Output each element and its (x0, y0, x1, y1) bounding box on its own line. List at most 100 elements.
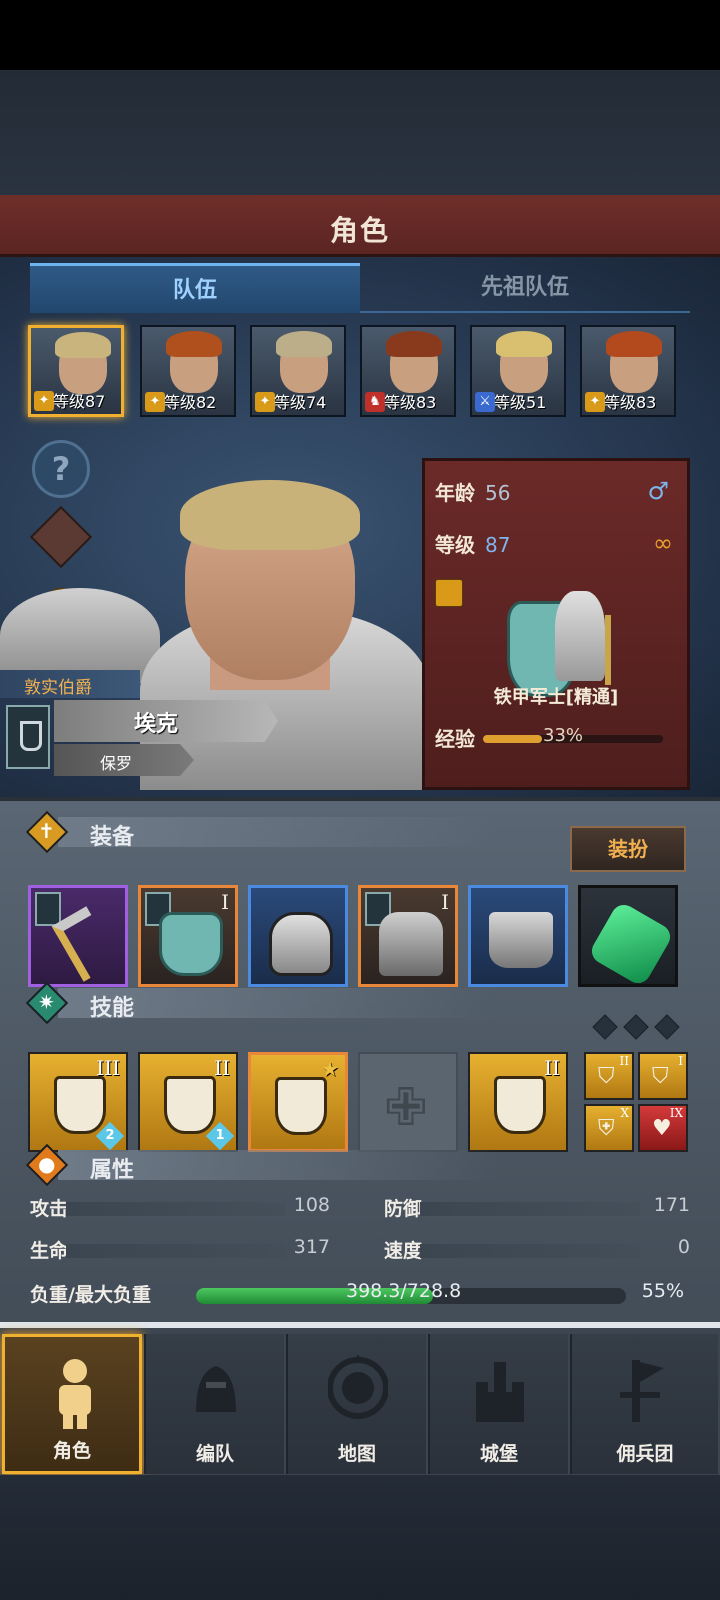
tier-label: I (678, 1054, 683, 1068)
level-row: 等级 87 (435, 529, 510, 558)
skills-header: ✷ 技能 (25, 981, 692, 1025)
equipment-row: I I (28, 885, 692, 991)
dress-button[interactable]: 装扮 (570, 826, 686, 872)
castle-icon (476, 1362, 524, 1422)
nav-label: 角色 (52, 1440, 91, 1462)
page-title: 角色 (329, 214, 390, 247)
figure-icon: ● (38, 1152, 56, 1176)
attack-label: 攻击 (30, 1198, 69, 1220)
roster-slot[interactable]: ⚔ 等级51 (470, 325, 566, 417)
tab-ancestor-team[interactable]: 先祖队伍 (360, 263, 690, 313)
roster-level: 等级83 (604, 393, 657, 412)
roster-slot[interactable]: ✦ 等级74 (250, 325, 346, 417)
charge-skill-icon (54, 1076, 106, 1134)
nav-map[interactable]: 地图 (286, 1334, 426, 1474)
weight-label: 负重/最大负重 (30, 1284, 151, 1306)
roster-slot[interactable]: ✦ 等级83 (580, 325, 676, 417)
nav-label: 地图 (337, 1443, 376, 1465)
name-plate[interactable]: 埃克 (54, 700, 278, 742)
bottom-nav: 角色 编队 地图 城堡 佣兵团 (0, 1322, 720, 1475)
nav-character[interactable]: 角色 (2, 1334, 142, 1474)
helmet-crest-icon (196, 1366, 236, 1412)
skill-points (592, 1014, 684, 1040)
equipment-label: 装备 (90, 825, 135, 850)
crusader-icon (435, 579, 463, 607)
roster-slot[interactable]: ✦ 等级82 (140, 325, 236, 417)
attr-bar (66, 1244, 286, 1258)
defense-row: 防御 171 (384, 1190, 690, 1222)
class-name: 铁甲军士[精通] (493, 687, 619, 708)
skill-slot[interactable]: II 1 (138, 1052, 238, 1152)
figure-body (555, 591, 605, 681)
cross-icon: ✝ (38, 819, 55, 843)
gem-icon (587, 900, 675, 984)
bottom-backdrop (0, 1475, 720, 1600)
attr-bar (420, 1202, 640, 1216)
beast-icon: ♞ (365, 392, 385, 412)
equip-slot-armor[interactable]: I (358, 885, 458, 987)
passive-skill[interactable]: I ⛉ (638, 1052, 688, 1100)
banner-sword-icon (620, 1360, 664, 1422)
hp-label: 生命 (30, 1240, 69, 1262)
help-icon[interactable]: ? (32, 440, 90, 498)
character-surname: 保罗 (99, 754, 132, 773)
attributes-label: 属性 (90, 1158, 135, 1183)
skill-slot[interactable]: ★ (248, 1052, 348, 1152)
roster-slot[interactable]: ✦ 等级87 (28, 325, 124, 417)
cross-icon: ✙ (384, 1078, 428, 1138)
compass-icon (328, 1354, 388, 1419)
hp-row: 生命 317 (30, 1232, 330, 1264)
coffin-icon: ⛉ (598, 1064, 615, 1089)
equip-slot-gem[interactable] (578, 885, 678, 987)
character-title-tag: 敦实伯爵 (0, 670, 140, 698)
equip-slot-boots[interactable] (468, 885, 568, 987)
nav-castle[interactable]: 城堡 (428, 1334, 568, 1474)
level-label: 等级 (435, 533, 475, 557)
speed-label: 速度 (384, 1240, 423, 1262)
skill-slot[interactable]: II (468, 1052, 568, 1152)
weight-row: 负重/最大负重 398.3/728.8 55% (30, 1276, 694, 1310)
star-icon: ✷ (38, 990, 55, 1014)
shield-dumbbell-icon (275, 1077, 327, 1135)
title-bar: 角色 (0, 195, 720, 257)
tier-label: I (221, 890, 229, 914)
tab-team[interactable]: 队伍 (30, 263, 360, 313)
character-info-panel: 年龄 56 ♂ 等级 87 ∞ 铁甲军士[精通] 经验 33% (422, 458, 690, 790)
passive-skill[interactable]: X ⛨ (584, 1104, 634, 1152)
roster-level: 等级83 (384, 393, 437, 412)
attack-row: 攻击 108 (30, 1190, 330, 1222)
skill-slot[interactable]: III 2 (28, 1052, 128, 1152)
diamond-icon (654, 1014, 680, 1040)
portrait-hair (276, 331, 332, 357)
level-badge: 1 (205, 1121, 235, 1150)
ring-icon[interactable]: ∞ (653, 529, 673, 557)
passive-skill[interactable]: IX ♥ (638, 1104, 688, 1152)
nav-formation[interactable]: 编队 (144, 1334, 284, 1474)
boots-icon (489, 912, 553, 968)
roster-level: 等级74 (274, 393, 327, 412)
passive-skill[interactable]: II ⛉ (584, 1052, 634, 1100)
level-badge: 2 (95, 1121, 125, 1150)
roster-level: 等级82 (164, 393, 217, 412)
speed-value: 0 (677, 1236, 690, 1258)
crusader-icon: ✦ (34, 391, 54, 411)
roster-level: 等级87 (53, 392, 106, 411)
weight-value: 398.3/728.8 (346, 1280, 462, 1302)
equip-slot-weapon[interactable] (28, 885, 128, 987)
banner-icon[interactable] (6, 705, 50, 769)
equip-slot-shield[interactable]: I (138, 885, 238, 987)
surname-plate: 保罗 (54, 744, 194, 776)
roster-slot[interactable]: ♞ 等级83 (360, 325, 456, 417)
crusader-icon: ✦ (145, 392, 165, 412)
figure-axe (605, 615, 611, 685)
skill-slot-empty[interactable]: ✙ (358, 1052, 458, 1152)
nav-mercenaries[interactable]: 佣兵团 (570, 1334, 718, 1474)
tier-label: II (544, 1056, 560, 1080)
defense-value: 171 (653, 1194, 690, 1216)
equip-slot-helmet[interactable] (248, 885, 348, 987)
roster: ✦ 等级87 ✦ 等级82 ✦ 等级74 ♞ 等级83 ⚔ 等级51 ✦ 等级8… (28, 325, 694, 417)
character-portrait (140, 480, 430, 790)
shield-icon (159, 912, 223, 976)
badge-number: 1 (215, 1128, 225, 1143)
banner-icon (35, 892, 61, 926)
